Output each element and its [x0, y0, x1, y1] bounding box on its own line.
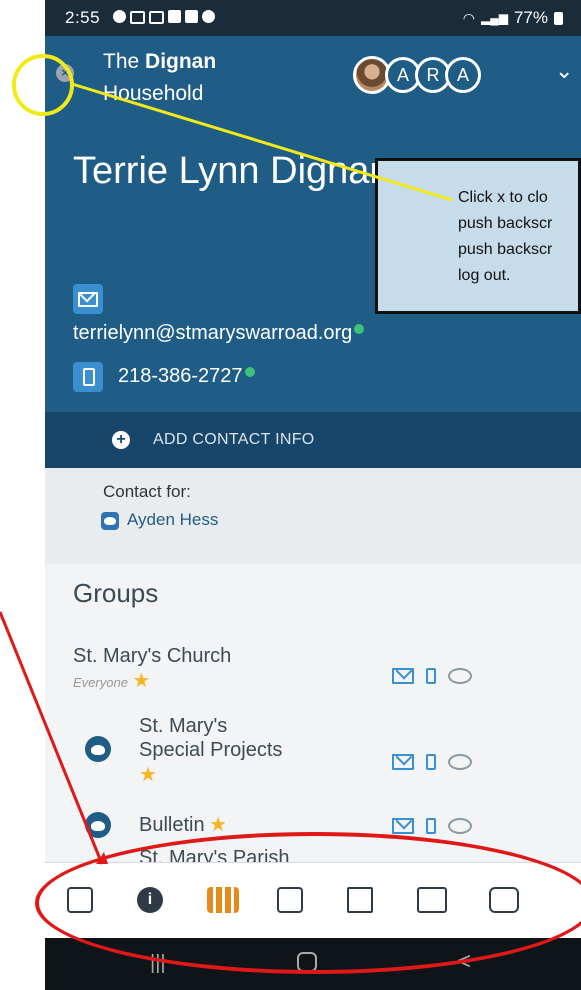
- red-highlight-ellipse: [35, 832, 581, 974]
- red-pointer-line: [0, 611, 104, 865]
- yellow-pointer-line: [71, 82, 453, 202]
- yellow-highlight-circle: [12, 54, 74, 116]
